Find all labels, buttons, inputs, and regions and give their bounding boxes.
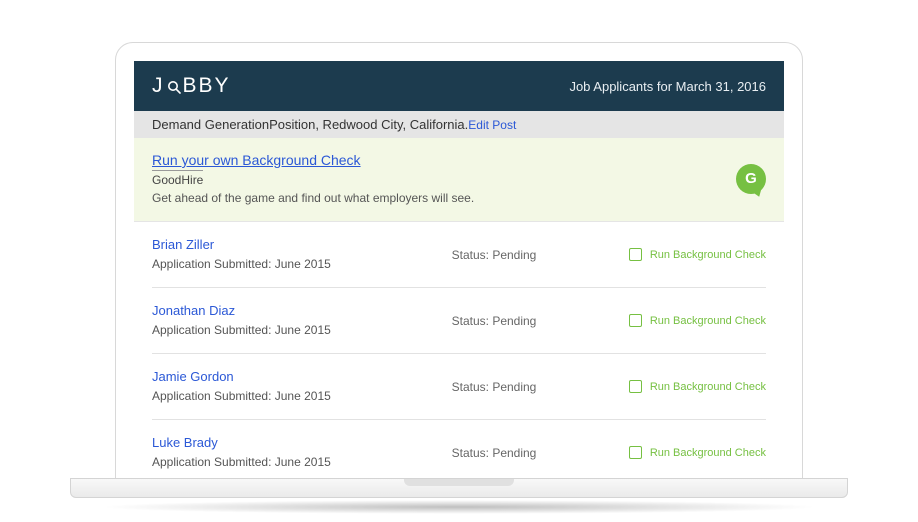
run-check-checkbox[interactable] bbox=[629, 446, 642, 459]
run-check-checkbox[interactable] bbox=[629, 314, 642, 327]
applicant-info: Brian Ziller Application Submitted: June … bbox=[152, 236, 392, 273]
header-bar: J BBY Job Applicants for March 31, 2016 bbox=[134, 61, 784, 111]
edit-post-link[interactable]: Edit Post bbox=[468, 118, 516, 132]
brand-prefix: J bbox=[152, 74, 165, 98]
laptop-shadow bbox=[99, 500, 819, 514]
promo-banner: Run your own Background Check GoodHire G… bbox=[134, 138, 784, 222]
applicant-actions: Run Background Check bbox=[596, 314, 766, 327]
brand-logo[interactable]: J BBY bbox=[152, 74, 231, 98]
applicant-row: Jamie Gordon Application Submitted: June … bbox=[152, 354, 766, 420]
job-role: Demand Generation bbox=[152, 117, 269, 132]
run-check-checkbox[interactable] bbox=[629, 380, 642, 393]
run-check-checkbox[interactable] bbox=[629, 248, 642, 261]
applicant-list: Brian Ziller Application Submitted: June … bbox=[134, 222, 784, 479]
applicant-submitted-label: Application Submitted: June 2015 bbox=[152, 455, 331, 469]
magnifying-glass-icon bbox=[167, 76, 181, 100]
applicant-row: Luke Brady Application Submitted: June 20… bbox=[152, 420, 766, 479]
applicant-submitted-label: Application Submitted: June 2015 bbox=[152, 323, 331, 337]
goodhire-badge-icon[interactable]: G bbox=[736, 164, 766, 194]
promo-content: Run your own Background Check GoodHire G… bbox=[152, 152, 736, 205]
applicant-status: Status: Pending bbox=[392, 248, 596, 262]
applicant-row: Jonathan Diaz Application Submitted: June… bbox=[152, 288, 766, 354]
badge-letter: G bbox=[745, 170, 757, 187]
applicant-submitted-label: Application Submitted: June 2015 bbox=[152, 257, 331, 271]
laptop-base bbox=[70, 478, 848, 498]
page-title: Job Applicants for March 31, 2016 bbox=[569, 79, 766, 94]
applicant-name-link[interactable]: Jamie Gordon bbox=[152, 369, 234, 384]
run-background-check-link[interactable]: Run Background Check bbox=[650, 381, 766, 393]
job-position-text: Position, Redwood City, California. bbox=[269, 117, 468, 132]
applicant-info: Luke Brady Application Submitted: June 20… bbox=[152, 434, 392, 471]
applicant-actions: Run Background Check bbox=[596, 446, 766, 459]
applicant-actions: Run Background Check bbox=[596, 248, 766, 261]
run-background-check-link[interactable]: Run Background Check bbox=[650, 447, 766, 459]
applicant-name-link[interactable]: Brian Ziller bbox=[152, 237, 214, 252]
laptop-notch bbox=[404, 479, 514, 486]
applicant-info: Jonathan Diaz Application Submitted: June… bbox=[152, 302, 392, 339]
run-background-check-link[interactable]: Run Background Check bbox=[650, 315, 766, 327]
laptop-frame: J BBY Job Applicants for March 31, 2016 … bbox=[115, 42, 803, 480]
applicant-name-link[interactable]: Jonathan Diaz bbox=[152, 303, 235, 318]
applicant-info: Jamie Gordon Application Submitted: June … bbox=[152, 368, 392, 405]
promo-brand-label: GoodHire bbox=[152, 170, 203, 187]
subheader-bar: Demand Generation Position, Redwood City… bbox=[134, 111, 784, 138]
applicant-status: Status: Pending bbox=[392, 446, 596, 460]
promo-description: Get ahead of the game and find out what … bbox=[152, 191, 736, 205]
applicant-row: Brian Ziller Application Submitted: June … bbox=[152, 222, 766, 288]
run-background-check-link[interactable]: Run Background Check bbox=[650, 249, 766, 261]
applicant-status: Status: Pending bbox=[392, 314, 596, 328]
applicant-actions: Run Background Check bbox=[596, 380, 766, 393]
applicant-submitted-label: Application Submitted: June 2015 bbox=[152, 389, 331, 403]
brand-suffix: BBY bbox=[183, 74, 231, 98]
applicant-name-link[interactable]: Luke Brady bbox=[152, 435, 218, 450]
app-screen: J BBY Job Applicants for March 31, 2016 … bbox=[134, 61, 784, 479]
applicant-status: Status: Pending bbox=[392, 380, 596, 394]
promo-title-link[interactable]: Run your own Background Check bbox=[152, 152, 361, 168]
